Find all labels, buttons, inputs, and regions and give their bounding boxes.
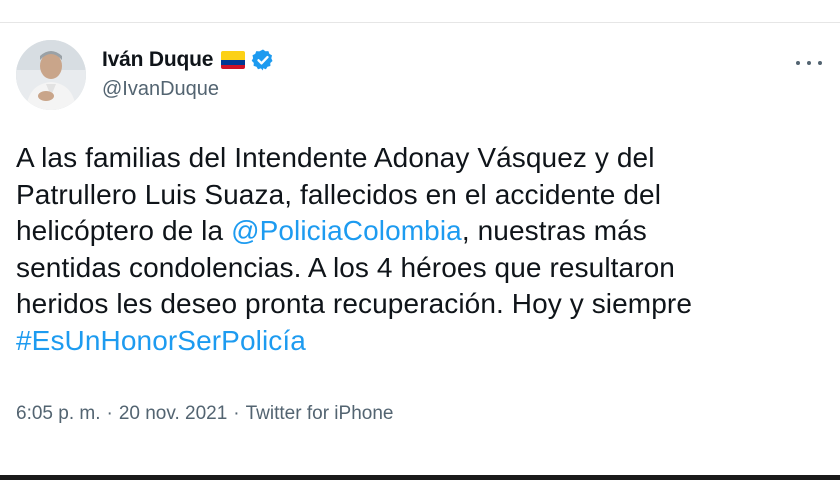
- verified-badge-icon: [251, 49, 273, 71]
- meta-separator: ·: [233, 403, 240, 424]
- avatar[interactable]: [16, 40, 86, 110]
- tweet-text-line: Patrullero Luis Suaza, fallecidos en el …: [16, 178, 662, 210]
- meta-separator: ·: [106, 403, 113, 424]
- tweet-screenshot: Iván Duque @IvanDuque A las familias del…: [0, 0, 840, 480]
- tweet-text-line: heridos les deseo pronta recuperación. H…: [16, 288, 692, 319]
- tweet-text-line: sentidas condolencias. A los 4 héroes qu…: [16, 251, 675, 283]
- divider: [0, 22, 840, 23]
- tweet-source-link[interactable]: Twitter for iPhone: [246, 403, 394, 424]
- tweet-time[interactable]: 6:05 p. m.: [16, 403, 101, 424]
- tweet-date[interactable]: 20 nov. 2021: [119, 403, 227, 424]
- name-row: Iván Duque: [102, 46, 275, 74]
- author-display-name[interactable]: Iván Duque: [102, 48, 213, 72]
- more-options-icon[interactable]: [796, 58, 822, 68]
- tweet-text-line: #EsUnHonorSerPolicía: [16, 323, 826, 360]
- tweet-text-line: helicóptero de la @PoliciaColombia, nues…: [16, 213, 826, 250]
- tweet-header: Iván Duque @IvanDuque: [16, 40, 832, 112]
- mention-link[interactable]: @PoliciaColombia: [231, 215, 462, 246]
- hashtag-link[interactable]: #EsUnHonorSerPolicía: [16, 325, 306, 356]
- tweet-text-fragment: helicóptero de la: [16, 215, 232, 246]
- author-info: Iván Duque @IvanDuque: [102, 46, 275, 101]
- colombia-flag-icon: [221, 51, 246, 69]
- tweet-text-fragment: , nuestras más: [461, 215, 647, 246]
- bottom-border: [0, 475, 840, 480]
- author-handle[interactable]: @IvanDuque: [102, 78, 275, 101]
- avatar-image: [16, 40, 86, 110]
- tweet-metadata: 6:05 p. m. · 20 nov. 2021 · Twitter for iPho…: [16, 403, 393, 425]
- tweet-text-line: A las familias del Intendente Adonay Vás…: [16, 142, 655, 173]
- tweet-body: A las familias del Intendente Adonay Vás…: [16, 140, 826, 359]
